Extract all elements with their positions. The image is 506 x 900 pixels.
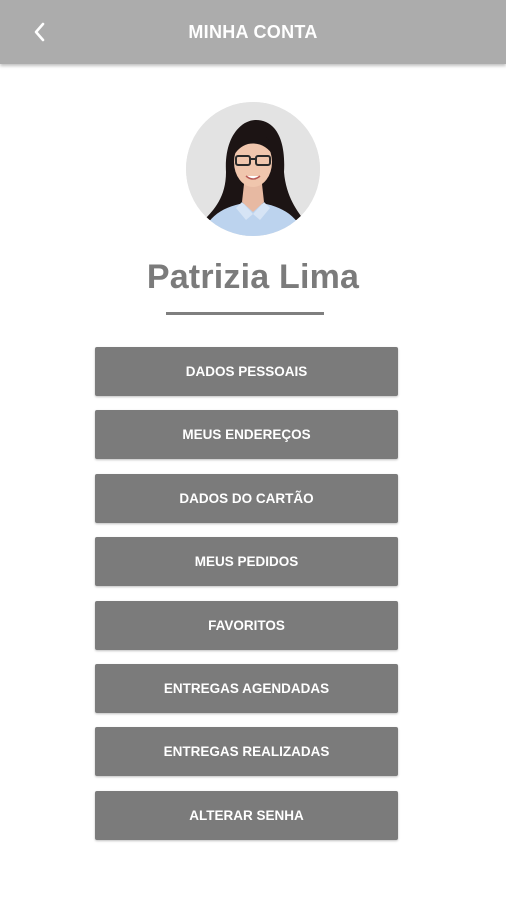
- top-app-bar: MINHA CONTA: [0, 0, 506, 64]
- favorites-button[interactable]: FAVORITOS: [95, 600, 398, 650]
- change-password-button[interactable]: ALTERAR SENHA: [95, 790, 398, 840]
- page-title: MINHA CONTA: [188, 22, 318, 42]
- my-addresses-button[interactable]: MEUS ENDEREÇOS: [95, 410, 398, 460]
- avatar: [186, 102, 320, 236]
- card-data-button[interactable]: DADOS DO CARTÃO: [95, 473, 398, 523]
- account-menu: DADOS PESSOAIS MEUS ENDEREÇOS DADOS DO C…: [95, 347, 398, 854]
- completed-deliveries-button[interactable]: ENTREGAS REALIZADAS: [95, 727, 398, 777]
- my-orders-button[interactable]: MEUS PEDIDOS: [95, 537, 398, 587]
- user-name: Patrizia Lima: [146, 258, 360, 296]
- scheduled-deliveries-button[interactable]: ENTREGAS AGENDADAS: [95, 663, 398, 713]
- personal-data-button[interactable]: DADOS PESSOAIS: [95, 347, 398, 396]
- name-underline: [166, 312, 324, 315]
